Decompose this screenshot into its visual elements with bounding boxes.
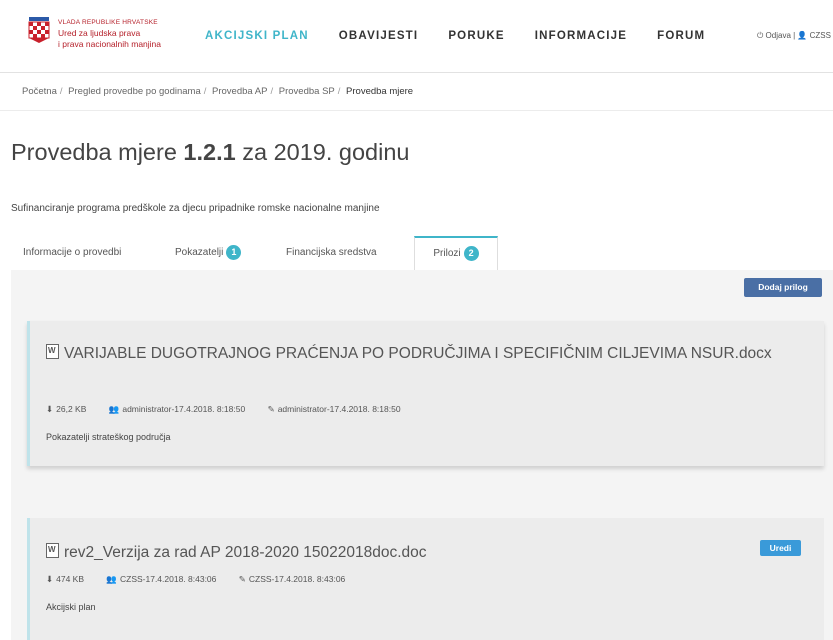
modified-by: CZSS-17.4.2018. 8:43:06: [248, 574, 346, 584]
divider: [0, 110, 833, 111]
edit-button[interactable]: Uredi: [760, 540, 801, 556]
created-by: administrator-17.4.2018. 8:18:50: [122, 404, 246, 414]
count-badge: 2: [463, 245, 479, 261]
file-size: 26,2 KB: [56, 404, 87, 414]
breadcrumb-item-current: Provedba mjere: [346, 86, 414, 97]
word-file-icon: [46, 543, 59, 558]
title-suffix: za 2019. godinu: [235, 139, 410, 165]
breadcrumb: Početna / Pregled provedbe po godinama / P…: [22, 86, 414, 97]
page-title: Provedba mjere 1.2.1 za 2019. godinu: [11, 139, 410, 166]
top-navbar: VLADA REPUBLIKE HRVATSKE Ured za ljudska…: [0, 0, 833, 73]
breadcrumb-item-provedba-ap[interactable]: Provedba AP: [212, 86, 267, 97]
breadcrumb-item-pregled[interactable]: Pregled provedbe po godinama: [68, 86, 201, 97]
attachment-filename[interactable]: rev2_Verzija za rad AP 2018-2020 1502201…: [64, 544, 427, 561]
croatian-crest-icon: [28, 17, 50, 43]
attachment-meta: ⬇ 26,2 KB 👥 administrator-17.4.2018. 8:18:…: [46, 404, 421, 415]
download-icon: ⬇: [46, 404, 54, 414]
created-by: CZSS-17.4.2018. 8:43:06: [119, 574, 217, 584]
pencil-icon: ✎: [238, 574, 246, 584]
attachment-description: Pokazatelji strateškog područja: [46, 432, 171, 442]
tab-pokazatelji[interactable]: Pokazatelji 1: [175, 236, 242, 270]
attachment-description: Akcijski plan: [46, 602, 96, 612]
attachment-meta: ⬇ 474 KB 👥 CZSS-17.4.2018. 8:43:06 ✎ CZSS-1…: [46, 574, 365, 585]
nav-informacije[interactable]: INFORMACIJE: [535, 30, 627, 42]
title-measure-number: 1.2.1: [183, 139, 236, 165]
tab-label: Prilozi: [433, 248, 461, 259]
breadcrumb-item-pocetna[interactable]: Početna: [22, 86, 57, 97]
tab-financijska-sredstva[interactable]: Financijska sredstva: [286, 236, 377, 270]
attachment-filename[interactable]: VARIJABLE DUGOTRAJNOG PRAĆENJA PO PODRUČ…: [64, 345, 772, 362]
attachment-card: rev2_Verzija za rad AP 2018-2020 1502201…: [27, 518, 824, 640]
nav-poruke[interactable]: PORUKE: [448, 30, 504, 42]
attachment-title[interactable]: rev2_Verzija za rad AP 2018-2020 1502201…: [46, 542, 746, 563]
tab-label: Financijska sredstva: [286, 247, 377, 258]
word-file-icon: [46, 344, 59, 359]
measure-description: Sufinanciranje programa predškole za dje…: [11, 203, 380, 214]
nav-akcijski-plan[interactable]: AKCIJSKI PLAN: [205, 30, 309, 42]
title-prefix: Provedba mjere: [11, 139, 184, 165]
pencil-icon: ✎: [267, 404, 275, 414]
tab-label: Informacije o provedbi: [23, 247, 122, 258]
add-attachment-button[interactable]: Dodaj prilog: [744, 278, 822, 297]
logo-line-office: Ured za ljudska prava: [58, 28, 141, 38]
logo[interactable]: VLADA REPUBLIKE HRVATSKE Ured za ljudska…: [28, 17, 161, 50]
download-icon: ⬇: [46, 574, 54, 584]
logo-line-government: VLADA REPUBLIKE HRVATSKE: [58, 19, 158, 26]
breadcrumb-item-provedba-sp[interactable]: Provedba SP: [279, 86, 335, 97]
main-nav: AKCIJSKI PLAN OBAVIJESTI PORUKE INFORMAC…: [205, 30, 735, 42]
nav-forum[interactable]: FORUM: [657, 30, 705, 42]
tab-prilozi[interactable]: Prilozi 2: [414, 236, 498, 271]
tab-bar: Informacije o provedbi Pokazatelji 1 Fina…: [11, 236, 833, 271]
nav-obavijesti[interactable]: OBAVIJESTI: [339, 30, 419, 42]
modified-by: administrator-17.4.2018. 8:18:50: [277, 404, 401, 414]
users-icon: 👥: [106, 574, 117, 584]
users-icon: 👥: [108, 404, 120, 414]
user-logout-link[interactable]: ⏻ Odjava | 👤 CZSS: [757, 31, 831, 41]
attachment-title[interactable]: VARIJABLE DUGOTRAJNOG PRAĆENJA PO PODRUČ…: [46, 343, 786, 364]
count-badge: 1: [226, 244, 242, 260]
file-size: 474 KB: [56, 574, 85, 584]
attachment-card: VARIJABLE DUGOTRAJNOG PRAĆENJA PO PODRUČ…: [27, 321, 824, 466]
logo-line-office-2: i prava nacionalnih manjina: [58, 39, 162, 49]
tab-label: Pokazatelji: [175, 247, 224, 258]
tab-informacije[interactable]: Informacije o provedbi: [23, 236, 121, 270]
